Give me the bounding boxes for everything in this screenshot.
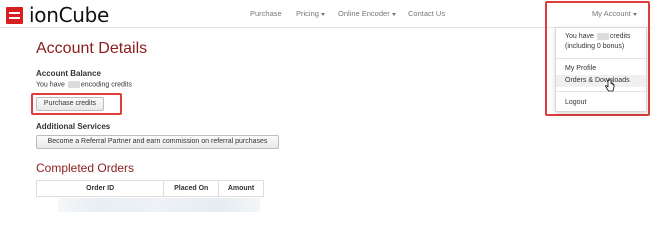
balance-prefix: You have bbox=[36, 81, 65, 89]
additional-services-heading: Additional Services bbox=[36, 122, 111, 131]
dropdown-divider bbox=[556, 58, 646, 59]
brand-logo[interactable]: ionCube bbox=[6, 5, 109, 25]
brand-name: ionCube bbox=[29, 3, 110, 27]
dropdown-divider bbox=[556, 91, 646, 92]
nav-online-encoder-dropdown[interactable]: Online Encoder bbox=[338, 9, 396, 18]
nav-pricing-label: Pricing bbox=[296, 9, 319, 18]
nav-contact-label: Contact Us bbox=[408, 9, 446, 18]
column-placed-on[interactable]: Placed On bbox=[163, 180, 220, 197]
dropdown-credits-info: You have credits (including 0 bonus) bbox=[565, 32, 631, 52]
dropdown-my-profile[interactable]: My Profile bbox=[556, 63, 646, 75]
account-dropdown-menu: You have credits (including 0 bonus) My … bbox=[555, 27, 647, 112]
orders-table-header: Order ID Placed On Amount bbox=[35, 180, 264, 197]
account-balance-text: You have encoding credits bbox=[36, 81, 132, 88]
caret-down-icon bbox=[632, 12, 637, 16]
nav-contact-link[interactable]: Contact Us bbox=[408, 9, 445, 18]
dropdown-logout[interactable]: Logout bbox=[556, 97, 646, 109]
my-account-dropdown-toggle[interactable]: My Account bbox=[592, 9, 637, 18]
balance-suffix: encoding credits bbox=[80, 81, 132, 89]
nav-pricing-dropdown[interactable]: Pricing bbox=[296, 9, 325, 18]
nav-online-encoder-label: Online Encoder bbox=[338, 9, 390, 18]
column-amount[interactable]: Amount bbox=[218, 180, 264, 197]
redacted-credit-count bbox=[596, 32, 609, 40]
dropdown-orders-downloads[interactable]: Orders & Downloads bbox=[556, 75, 646, 87]
caret-down-icon bbox=[391, 12, 396, 16]
my-account-label: My Account bbox=[592, 9, 631, 18]
brand-logo-icon bbox=[6, 6, 23, 24]
page-title: Account Details bbox=[36, 40, 148, 57]
referral-partner-button[interactable]: Become a Referral Partner and earn commi… bbox=[36, 135, 279, 149]
dropdown-bonus-text: (including 0 bonus) bbox=[565, 43, 625, 50]
redacted-order-row bbox=[58, 198, 260, 212]
nav-purchase-label: Purchase bbox=[250, 9, 282, 18]
dropdown-credits-prefix: You have bbox=[565, 33, 594, 40]
caret-down-icon bbox=[320, 12, 325, 16]
completed-orders-heading: Completed Orders bbox=[36, 161, 135, 175]
purchase-credits-button[interactable]: Purchase credits bbox=[36, 97, 104, 111]
column-order-id[interactable]: Order ID bbox=[35, 180, 165, 197]
account-balance-heading: Account Balance bbox=[36, 69, 101, 78]
redacted-balance bbox=[67, 81, 80, 88]
dropdown-credits-suffix: credits bbox=[609, 33, 631, 40]
nav-purchase-link[interactable]: Purchase bbox=[250, 9, 282, 18]
hand-pointer-cursor-icon bbox=[605, 79, 615, 92]
